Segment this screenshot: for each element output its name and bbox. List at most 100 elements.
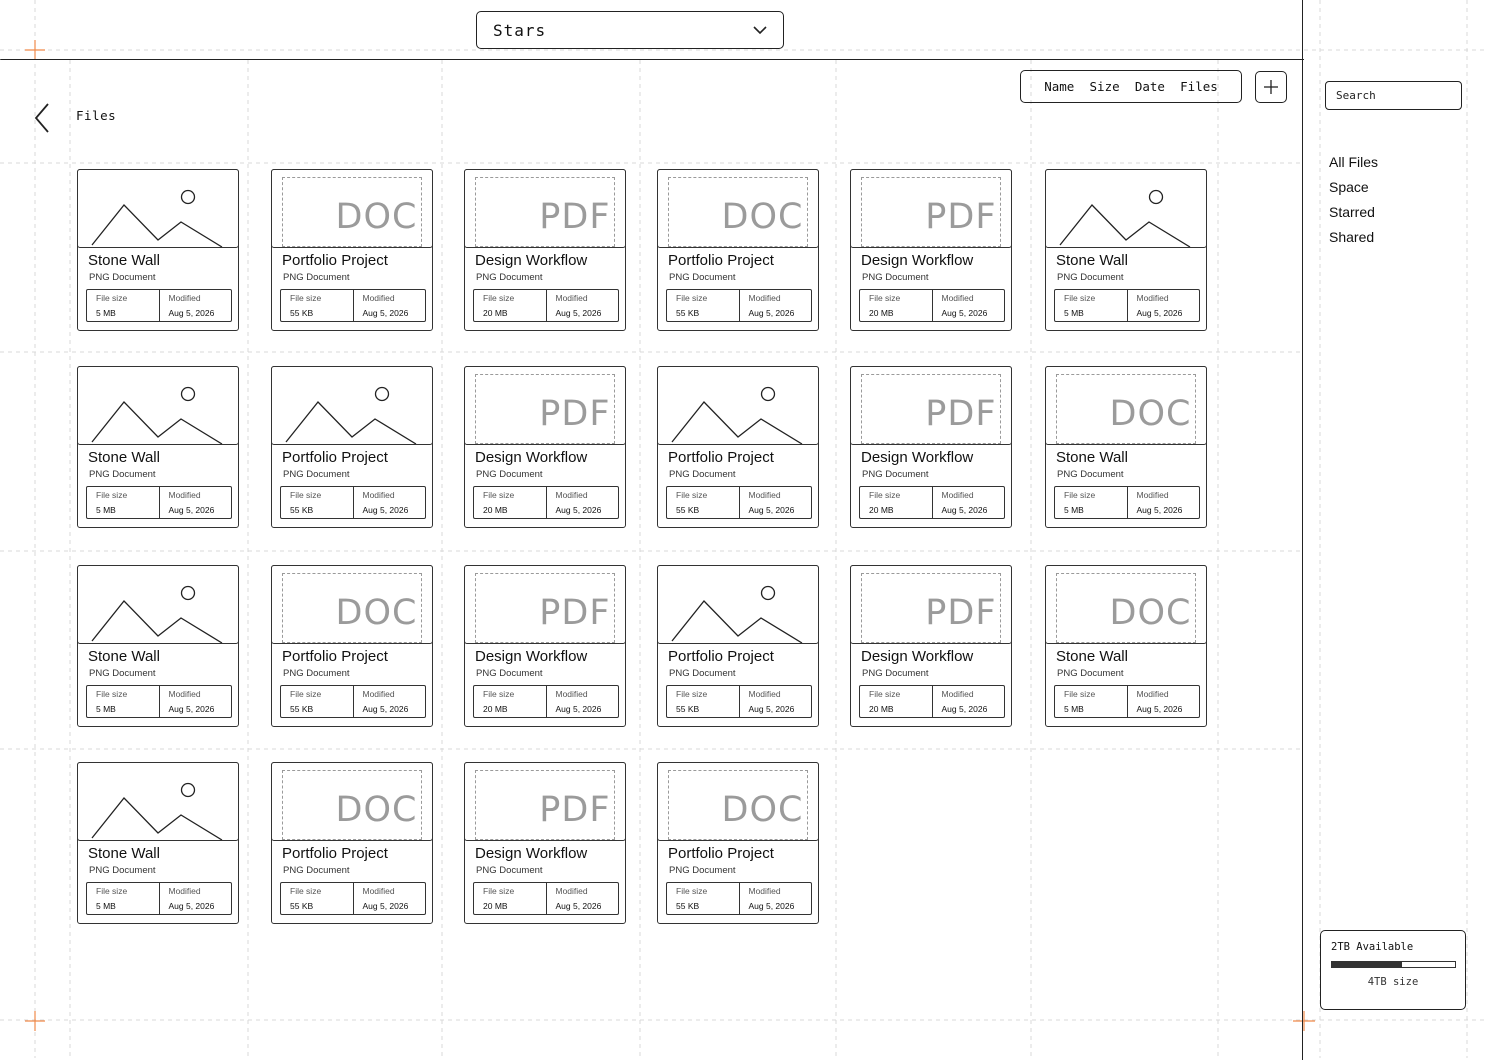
file-title: Portfolio Project xyxy=(668,252,774,269)
file-thumbnail xyxy=(270,365,433,445)
file-type: PNG Document xyxy=(669,272,736,283)
storage-progress-fill xyxy=(1332,962,1403,967)
add-file-button[interactable] xyxy=(1255,71,1287,103)
file-title: Stone Wall xyxy=(88,648,160,665)
modified-value: Aug 5, 2026 xyxy=(555,505,602,515)
file-meta: File size 20 MB Modified Aug 5, 2026 xyxy=(473,486,619,519)
modified-cell: Modified Aug 5, 2026 xyxy=(352,487,426,518)
modified-cell: Modified Aug 5, 2026 xyxy=(545,487,619,518)
file-card[interactable]: DOC Stone Wall PNG Document File size 5 MB Mo… xyxy=(1044,564,1207,727)
sort-by-files[interactable]: Files xyxy=(1180,79,1218,94)
plus-icon xyxy=(1264,80,1278,94)
file-card[interactable]: PDF Design Workflow PNG Document File size 2… xyxy=(849,168,1012,331)
file-card[interactable]: Stone Wall PNG Document File size 5 MB Modif… xyxy=(76,168,239,331)
file-title: Design Workflow xyxy=(475,845,588,862)
file-size-label: File size xyxy=(483,490,515,500)
file-card[interactable]: DOC Stone Wall PNG Document File size 5 MB Mo… xyxy=(1044,365,1207,528)
file-size-cell: File size 5 MB xyxy=(87,487,159,518)
file-card[interactable]: DOC Portfolio Project PNG Document File siz… xyxy=(270,761,433,924)
file-title: Design Workflow xyxy=(861,449,974,466)
file-card[interactable]: DOC Portfolio Project PNG Document File siz… xyxy=(656,168,819,331)
file-size-cell: File size 55 KB xyxy=(667,487,739,518)
file-size-label: File size xyxy=(483,689,515,699)
file-meta: File size 5 MB Modified Aug 5, 2026 xyxy=(1054,685,1200,718)
file-card[interactable]: Portfolio Project PNG Document File size 55… xyxy=(656,564,819,727)
file-card[interactable]: Portfolio Project PNG Document File size 55… xyxy=(270,365,433,528)
file-thumbnail: DOC xyxy=(270,761,433,841)
file-thumbnail: PDF xyxy=(849,168,1012,248)
sort-by-date[interactable]: Date xyxy=(1135,79,1165,94)
sidebar-nav: All Files Space Starred Shared xyxy=(1329,153,1378,253)
sort-by-size[interactable]: Size xyxy=(1090,79,1120,94)
file-type: PNG Document xyxy=(669,865,736,876)
file-type: PNG Document xyxy=(1057,469,1124,480)
file-card[interactable]: PDF Design Workflow PNG Document File size 2… xyxy=(849,365,1012,528)
file-card[interactable]: Stone Wall PNG Document File size 5 MB Modif… xyxy=(76,365,239,528)
breadcrumb[interactable]: Files xyxy=(76,108,116,123)
file-type-label: PDF xyxy=(539,592,611,633)
file-title: Design Workflow xyxy=(475,648,588,665)
back-button[interactable] xyxy=(30,101,54,135)
modified-value: Aug 5, 2026 xyxy=(555,704,602,714)
file-card[interactable]: PDF Design Workflow PNG Document File size 2… xyxy=(463,168,626,331)
file-size-value: 55 KB xyxy=(290,704,314,714)
file-type: PNG Document xyxy=(476,272,543,283)
file-card[interactable]: PDF Design Workflow PNG Document File size 2… xyxy=(463,564,626,727)
modified-value: Aug 5, 2026 xyxy=(748,308,795,318)
file-size-label: File size xyxy=(96,490,128,500)
file-size-value: 20 MB xyxy=(483,505,508,515)
sidebar-item-all-files[interactable]: All Files xyxy=(1329,153,1378,178)
modified-label: Modified xyxy=(555,689,588,699)
file-size-value: 55 KB xyxy=(676,704,700,714)
modified-label: Modified xyxy=(1136,689,1169,699)
file-card[interactable]: PDF Design Workflow PNG Document File size 2… xyxy=(463,761,626,924)
modified-label: Modified xyxy=(941,293,974,303)
file-card[interactable]: Stone Wall PNG Document File size 5 MB Modif… xyxy=(76,564,239,727)
file-card[interactable]: PDF Design Workflow PNG Document File size 2… xyxy=(463,365,626,528)
file-size-value: 55 KB xyxy=(290,308,314,318)
file-type: PNG Document xyxy=(476,469,543,480)
file-card[interactable]: Portfolio Project PNG Document File size 55… xyxy=(656,365,819,528)
file-size-label: File size xyxy=(96,886,128,896)
sort-by-name[interactable]: Name xyxy=(1044,79,1074,94)
file-grid: Stone Wall PNG Document File size 5 MB Modif… xyxy=(76,168,1217,929)
sidebar-item-space[interactable]: Space xyxy=(1329,178,1378,203)
file-size-value: 5 MB xyxy=(96,901,116,911)
file-size-cell: File size 5 MB xyxy=(1055,487,1127,518)
file-meta: File size 55 KB Modified Aug 5, 2026 xyxy=(280,882,426,915)
modified-value: Aug 5, 2026 xyxy=(362,704,409,714)
file-size-value: 55 KB xyxy=(676,901,700,911)
modified-value: Aug 5, 2026 xyxy=(748,901,795,911)
modified-label: Modified xyxy=(555,886,588,896)
storage-widget: 2TB Available 4TB size xyxy=(1320,930,1466,1010)
modified-label: Modified xyxy=(555,293,588,303)
file-size-cell: File size 20 MB xyxy=(474,686,546,717)
file-thumbnail xyxy=(76,365,239,445)
modified-value: Aug 5, 2026 xyxy=(1136,308,1183,318)
file-title: Portfolio Project xyxy=(668,845,774,862)
file-card[interactable]: Stone Wall PNG Document File size 5 MB Modif… xyxy=(76,761,239,924)
file-card[interactable]: DOC Portfolio Project PNG Document File siz… xyxy=(270,168,433,331)
sidebar-item-shared[interactable]: Shared xyxy=(1329,228,1378,253)
search-input[interactable] xyxy=(1325,81,1462,110)
modified-label: Modified xyxy=(748,886,781,896)
storage-available: 2TB Available xyxy=(1331,941,1414,953)
modified-label: Modified xyxy=(1136,293,1169,303)
file-size-cell: File size 55 KB xyxy=(667,290,739,321)
modified-cell: Modified Aug 5, 2026 xyxy=(1126,290,1200,321)
file-meta: File size 5 MB Modified Aug 5, 2026 xyxy=(86,882,232,915)
file-card[interactable]: PDF Design Workflow PNG Document File size 2… xyxy=(849,564,1012,727)
file-size-cell: File size 55 KB xyxy=(281,487,353,518)
file-card[interactable]: Stone Wall PNG Document File size 5 MB Modif… xyxy=(1044,168,1207,331)
sidebar-item-starred[interactable]: Starred xyxy=(1329,203,1378,228)
file-thumbnail: DOC xyxy=(270,168,433,248)
modified-cell: Modified Aug 5, 2026 xyxy=(158,686,232,717)
file-thumbnail xyxy=(656,365,819,445)
file-card[interactable]: DOC Portfolio Project PNG Document File siz… xyxy=(270,564,433,727)
file-card[interactable]: DOC Portfolio Project PNG Document File siz… xyxy=(656,761,819,924)
file-size-label: File size xyxy=(1064,293,1096,303)
category-dropdown[interactable]: Stars xyxy=(476,11,784,49)
file-size-cell: File size 5 MB xyxy=(1055,686,1127,717)
file-size-label: File size xyxy=(869,689,901,699)
file-size-label: File size xyxy=(290,689,322,699)
